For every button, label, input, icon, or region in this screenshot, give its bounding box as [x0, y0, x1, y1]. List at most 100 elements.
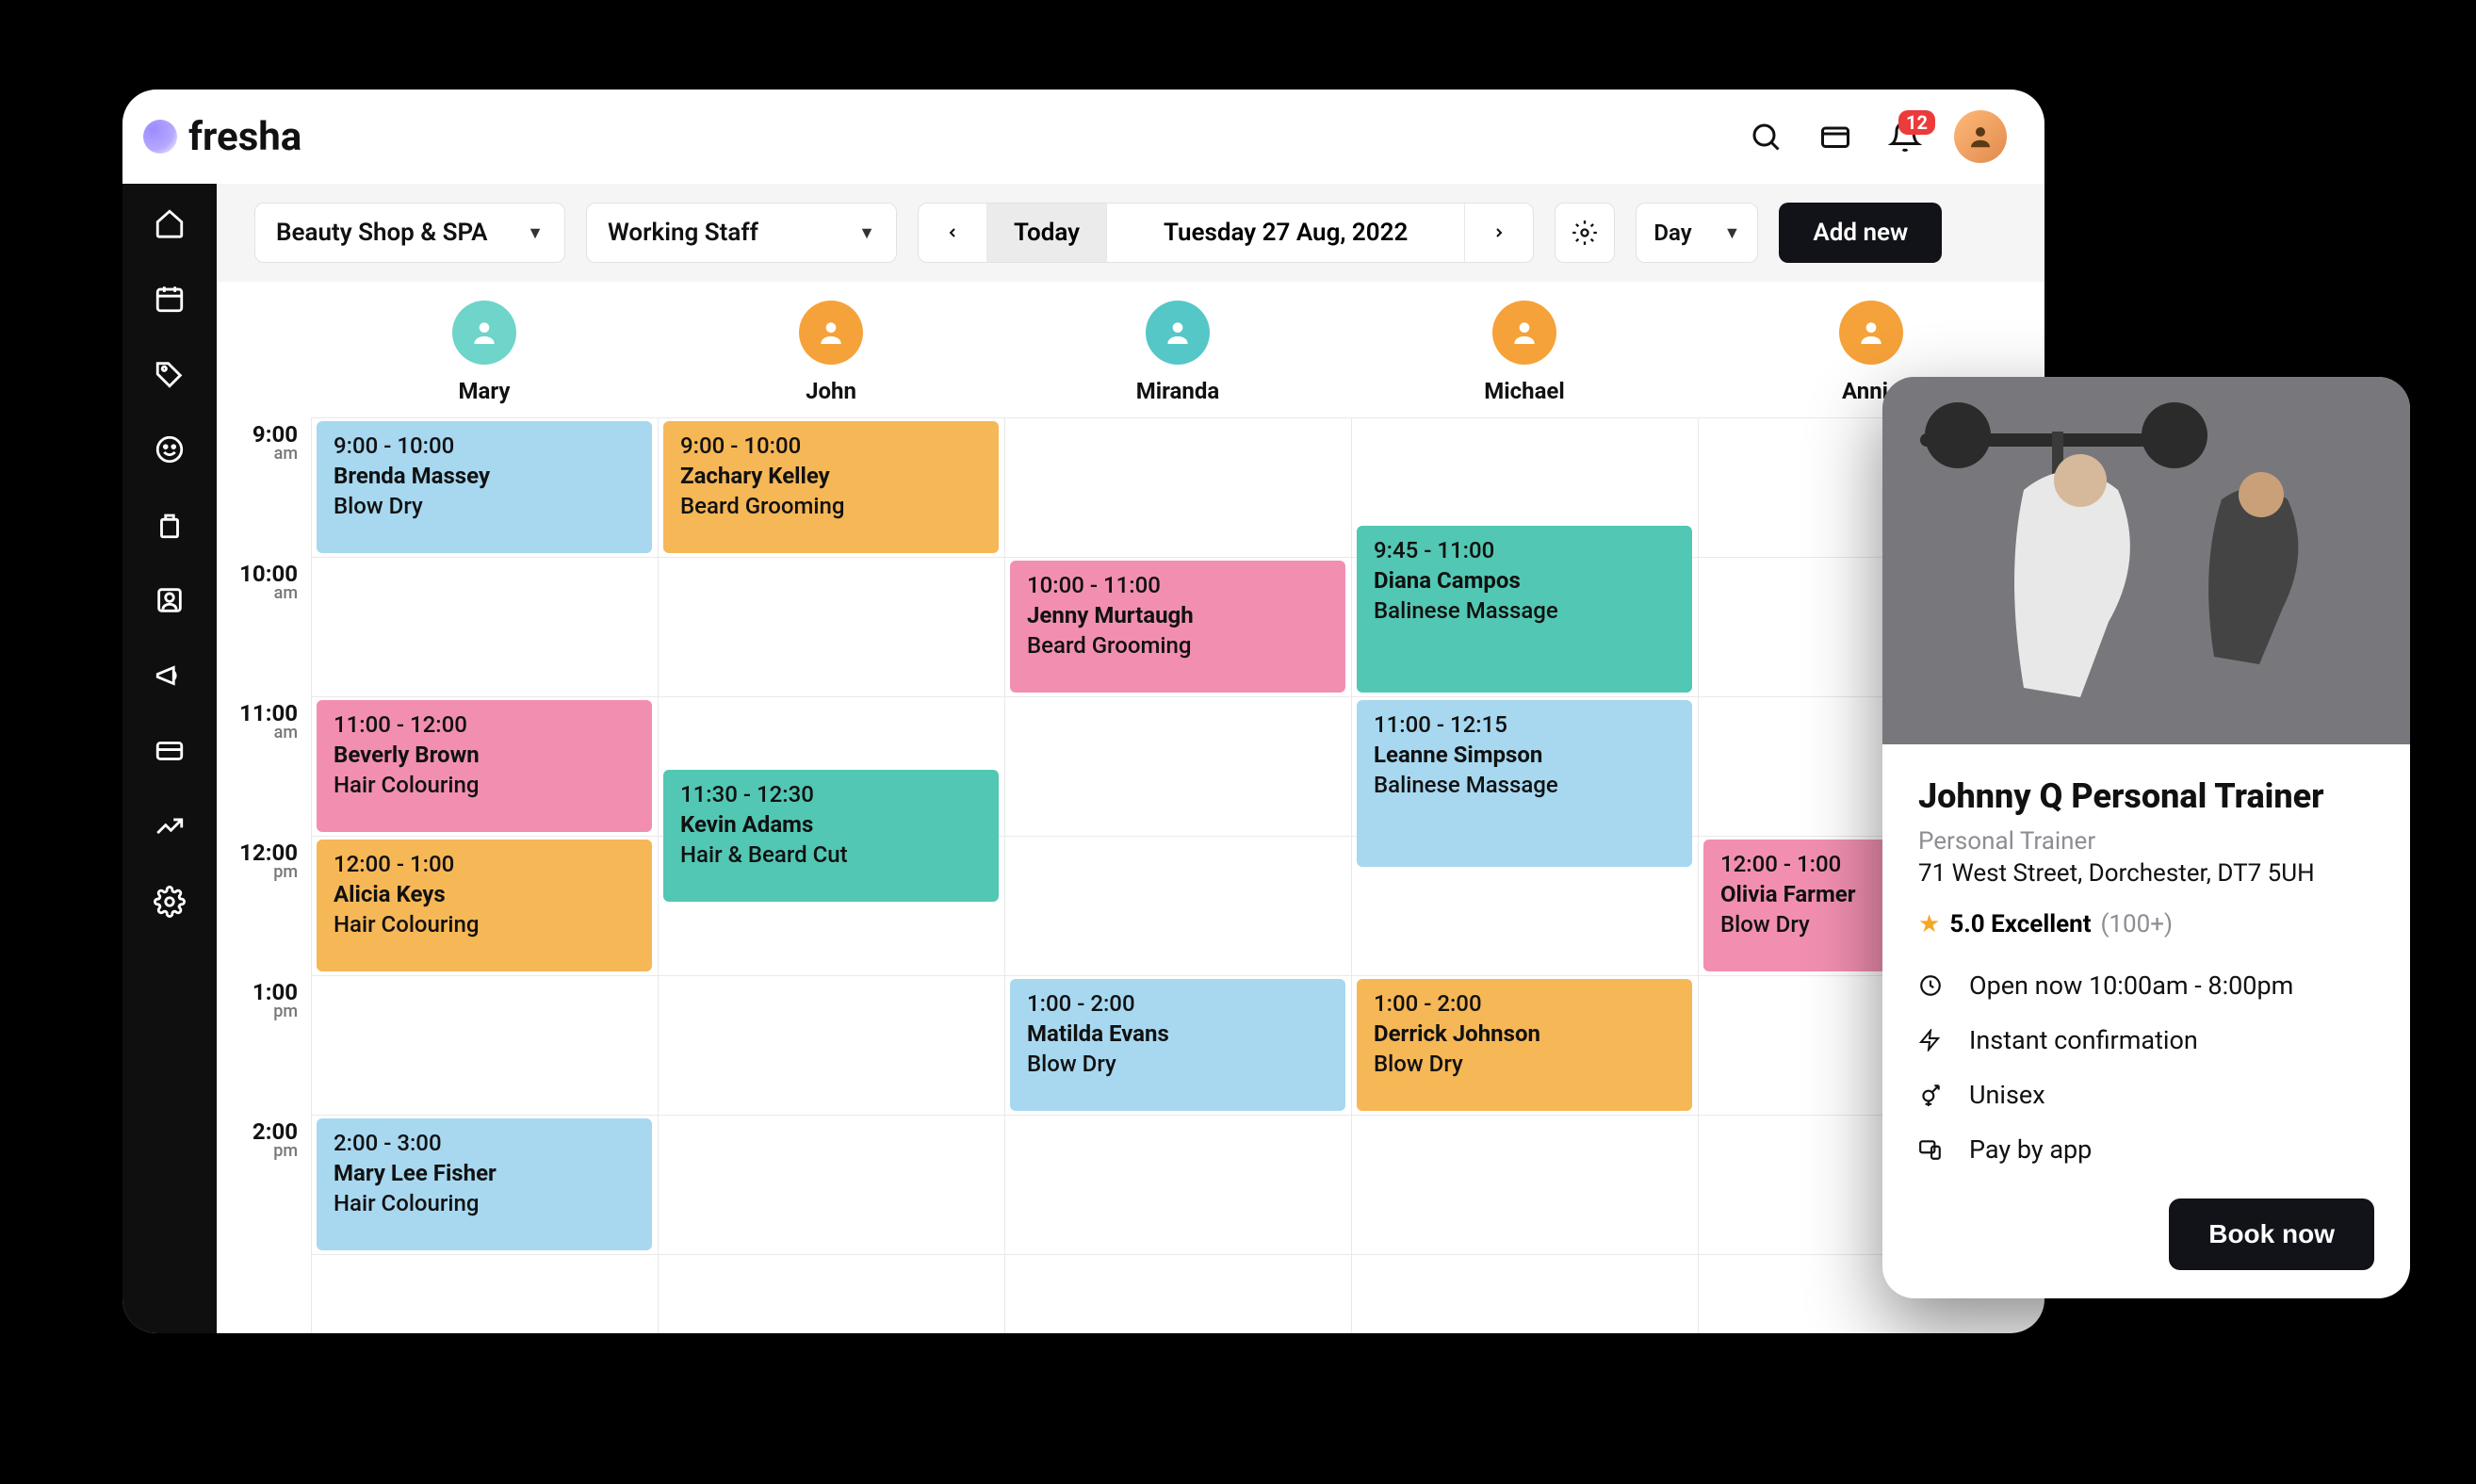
megaphone-icon[interactable] — [151, 657, 188, 694]
hours-text: Open now 10:00am - 8:00pm — [1969, 970, 2293, 1001]
product-icon[interactable] — [151, 506, 188, 544]
wallet-icon[interactable] — [1815, 116, 1856, 157]
client-icon[interactable] — [151, 581, 188, 619]
staff-avatar — [1146, 301, 1210, 365]
topbar: fresha 12 — [122, 90, 2044, 184]
today-button[interactable]: Today — [987, 204, 1107, 262]
calendar-event[interactable]: 12:00 - 1:00Alicia KeysHair Colouring — [317, 840, 652, 971]
app-body: Beauty Shop & SPA ▼ Working Staff ▼ Toda… — [122, 184, 2044, 1333]
staff-avatar — [799, 301, 863, 365]
event-time: 10:00 - 11:00 — [1027, 572, 1328, 598]
event-client: Matilda Evans — [1027, 1020, 1328, 1047]
listing-title: Johnny Q Personal Trainer — [1918, 776, 2374, 816]
rating-score: 5.0 Excellent — [1949, 910, 2091, 938]
analytics-icon[interactable] — [151, 807, 188, 845]
calendar-event[interactable]: 11:00 - 12:00Beverly BrownHair Colouring — [317, 700, 652, 832]
listing-category: Personal Trainer — [1918, 827, 2374, 856]
calendar-grid[interactable]: 9:00am10:00am11:00am12:00pm1:00pm2:00pm … — [217, 417, 2044, 1333]
event-time: 1:00 - 2:00 — [1027, 990, 1328, 1017]
time-label: 11:00am — [239, 702, 298, 742]
event-service: Blow Dry — [334, 493, 635, 519]
staff-name: John — [806, 378, 856, 404]
devices-icon — [1918, 1137, 1948, 1162]
calendar-event[interactable]: 1:00 - 2:00Derrick JohnsonBlow Dry — [1357, 979, 1692, 1111]
calendar-event[interactable]: 9:45 - 11:00 Diana Campos Balinese Massage — [1357, 526, 1692, 693]
event-client: Mary Lee Fisher — [334, 1160, 635, 1186]
brand-logo[interactable]: fresha — [143, 114, 301, 160]
event-time: 11:00 - 12:00 — [334, 711, 635, 738]
tag-icon[interactable] — [151, 355, 188, 393]
event-service: Hair Colouring — [334, 911, 635, 938]
rating-count: (100+) — [2101, 910, 2174, 938]
staff-filter-label: Working Staff — [608, 219, 758, 247]
bolt-icon — [1918, 1029, 1948, 1052]
event-time: 2:00 - 3:00 — [334, 1130, 635, 1156]
event-service: Beard Grooming — [680, 493, 982, 519]
staff-header-row: MaryJohnMirandaMichaelAnnie — [217, 282, 2044, 417]
event-client: Jenny Murtaugh — [1027, 602, 1328, 628]
time-column: 9:00am10:00am11:00am12:00pm1:00pm2:00pm — [217, 417, 311, 1333]
staff-header[interactable]: Michael — [1351, 282, 1698, 417]
time-label: 12:00pm — [239, 841, 298, 881]
home-icon[interactable] — [151, 204, 188, 242]
card-icon[interactable] — [151, 732, 188, 770]
gender-text: Unisex — [1969, 1080, 2045, 1110]
notification-badge: 12 — [1898, 110, 1935, 135]
logo-mark — [143, 120, 177, 154]
calendar-settings-button[interactable] — [1555, 203, 1615, 263]
calendar-event[interactable]: 9:00 - 10:00Zachary KelleyBeard Grooming — [663, 421, 999, 553]
topbar-actions: 12 — [1745, 110, 2007, 163]
calendar-icon[interactable] — [151, 280, 188, 318]
calendar-event[interactable]: 11:30 - 12:30 Kevin Adams Hair & Beard Cut — [663, 770, 999, 902]
search-icon[interactable] — [1745, 116, 1786, 157]
staff-name: Michael — [1484, 378, 1564, 404]
staff-name: Mary — [459, 378, 511, 404]
event-time: 11:30 - 12:30 — [680, 781, 982, 807]
event-service: Blow Dry — [1027, 1051, 1328, 1077]
staff-header[interactable]: John — [658, 282, 1004, 417]
add-new-button[interactable]: Add new — [1779, 203, 1942, 263]
event-time: 1:00 - 2:00 — [1374, 990, 1675, 1017]
listing-hero-image — [1882, 377, 2410, 744]
event-service: Balinese Massage — [1374, 772, 1675, 798]
user-avatar[interactable] — [1954, 110, 2007, 163]
payment-text: Pay by app — [1969, 1134, 2092, 1165]
chevron-down-icon: ▼ — [1724, 223, 1741, 243]
calendar-toolbar: Beauty Shop & SPA ▼ Working Staff ▼ Toda… — [217, 184, 2044, 282]
location-select[interactable]: Beauty Shop & SPA ▼ — [254, 203, 565, 263]
next-day-button[interactable] — [1465, 204, 1533, 262]
calendar-event[interactable]: 10:00 - 11:00 Jenny Murtaugh Beard Groomin… — [1010, 561, 1345, 693]
event-service: Hair & Beard Cut — [680, 841, 982, 868]
smile-icon[interactable] — [151, 431, 188, 468]
brand-text: fresha — [188, 114, 301, 160]
staff-filter-select[interactable]: Working Staff ▼ — [586, 203, 897, 263]
event-time: 9:00 - 10:00 — [680, 432, 982, 459]
gender-icon — [1918, 1083, 1948, 1107]
date-navigator: Today Tuesday 27 Aug, 2022 — [918, 203, 1534, 263]
calendar-event[interactable]: 11:00 - 12:15Leanne SimpsonBalinese Mass… — [1357, 700, 1692, 867]
listing-rating: ★ 5.0 Excellent (100+) — [1918, 910, 2374, 938]
staff-avatar — [1839, 301, 1903, 365]
book-now-button[interactable]: Book now — [2169, 1199, 2374, 1270]
view-select[interactable]: Day ▼ — [1636, 203, 1758, 263]
event-time: 12:00 - 1:00 — [334, 851, 635, 877]
event-service: Hair Colouring — [334, 772, 635, 798]
event-client: Diana Campos — [1374, 567, 1675, 594]
current-date[interactable]: Tuesday 27 Aug, 2022 — [1107, 204, 1465, 262]
staff-header[interactable]: Miranda — [1004, 282, 1351, 417]
notifications-icon[interactable]: 12 — [1884, 116, 1926, 157]
chevron-down-icon: ▼ — [858, 223, 875, 243]
star-icon: ★ — [1918, 910, 1940, 938]
event-time: 9:45 - 11:00 — [1374, 537, 1675, 563]
calendar-event[interactable]: 2:00 - 3:00Mary Lee FisherHair Colouring — [317, 1118, 652, 1250]
calendar-event[interactable]: 1:00 - 2:00 Matilda Evans Blow Dry — [1010, 979, 1345, 1111]
payment-row: Pay by app — [1918, 1134, 2374, 1165]
calendar-event[interactable]: 9:00 - 10:00Brenda MasseyBlow Dry — [317, 421, 652, 553]
prev-day-button[interactable] — [919, 204, 987, 262]
staff-avatar — [452, 301, 516, 365]
event-service: Balinese Massage — [1374, 597, 1675, 624]
settings-icon[interactable] — [151, 883, 188, 921]
event-client: Kevin Adams — [680, 811, 982, 838]
event-service: Beard Grooming — [1027, 632, 1328, 659]
staff-header[interactable]: Mary — [311, 282, 658, 417]
